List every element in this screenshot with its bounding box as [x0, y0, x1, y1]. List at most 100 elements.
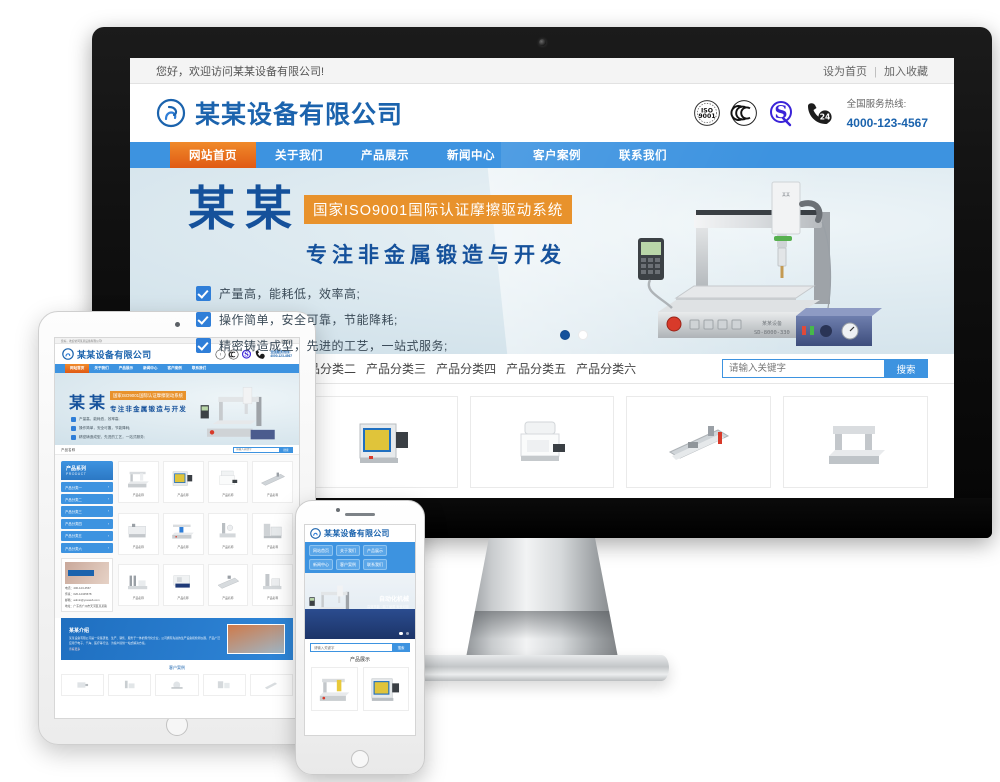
hero-bullet-item: 产量高，能耗低，效率高;	[196, 285, 572, 302]
tablet-product-card[interactable]: 产品名称	[162, 461, 204, 503]
tablet-brand-block[interactable]: 某某设备有限公司	[62, 348, 151, 361]
screenshot-root: 您好，欢迎访问某某设备有限公司! 设为首页 | 加入收藏 某某设备有限公司 IS…	[0, 0, 1000, 782]
tablet-case-card[interactable]	[155, 674, 199, 697]
tablet-product-name: 产品名称	[177, 544, 189, 549]
tablet-sidebar-item[interactable]: 产品分类四 ›	[61, 518, 113, 529]
phone-hero-banner: 自动化机械 高效节能 · 精工品质 安全可靠	[305, 573, 415, 639]
category-item-5[interactable]: 产品分类五	[506, 360, 566, 377]
product-card[interactable]	[626, 396, 772, 488]
tablet-product-card[interactable]: 产品名称	[252, 564, 293, 607]
tablet-hero-subtitle: 专注非金属锻造与开发	[110, 406, 187, 413]
ccc-certification-icon	[730, 99, 758, 127]
tablet-product-card[interactable]: 产品名称	[162, 512, 204, 555]
product-card[interactable]	[469, 396, 615, 488]
tablet-product-name: 产品名称	[132, 596, 144, 601]
tablet-nav-item-home[interactable]: 网站首页	[65, 364, 90, 373]
phone-product-card[interactable]	[362, 667, 409, 711]
phone-nav-item-contact[interactable]: 联系我们	[363, 559, 387, 570]
phone-product-card[interactable]	[311, 667, 358, 711]
tablet-about-text: 某某介绍 某某设备有限公司是一家集研发、生产、销售、服务于一体的现代化企业，公司…	[69, 627, 221, 651]
tablet-product-card[interactable]: 产品名称	[252, 512, 293, 555]
phone-nav-item-home[interactable]: 网站首页	[309, 545, 333, 556]
phone-nav-item-products[interactable]: 产品展示	[363, 545, 387, 556]
tablet-product-name: 产品名称	[132, 493, 144, 497]
tablet-search-input[interactable]	[233, 446, 279, 453]
phone-slider-dot-1[interactable]	[399, 631, 403, 635]
phone-home-button[interactable]	[351, 750, 369, 768]
phone-nav-item-cases[interactable]: 客户案例	[336, 559, 360, 570]
tablet-product-card[interactable]: 产品名称	[207, 564, 249, 607]
product-card[interactable]	[312, 396, 458, 488]
tablet-product-name: 产品名称	[177, 493, 189, 497]
tablet-product-card[interactable]: 产品名称	[118, 512, 159, 555]
tablet-navigation: 网站首页 关于我们 产品展示 新闻中心 客户案例 联系我们	[55, 364, 299, 373]
tablet-sidebar-item[interactable]: 产品分类六 ›	[61, 542, 113, 554]
phone-slider-dot-2[interactable]	[405, 631, 409, 635]
category-item-4[interactable]: 产品分类四	[436, 360, 496, 377]
tablet-category-search-bar: 产品名称 搜索	[55, 445, 299, 455]
tablet-product-card[interactable]: 产品名称	[118, 564, 159, 607]
tablet-search-box: 搜索	[233, 446, 293, 453]
slider-dot-2[interactable]	[578, 330, 588, 340]
s-mark-certification-icon: S	[767, 99, 795, 127]
search-input[interactable]	[722, 359, 884, 378]
tablet-nav-item-cases[interactable]: 客户案例	[163, 364, 187, 373]
tablet-product-card[interactable]: 产品名称	[118, 461, 159, 503]
tablet-product-card[interactable]: 产品名称	[162, 564, 204, 607]
tablet-promo-image	[65, 562, 109, 585]
nav-item-about[interactable]: 关于我们	[256, 142, 342, 168]
category-item-3[interactable]: 产品分类三	[366, 360, 426, 377]
tablet-case-card[interactable]	[61, 674, 105, 697]
tablet-product-card[interactable]: 产品名称	[207, 461, 249, 503]
svg-text:9001: 9001	[698, 113, 715, 120]
hero-bullet-item: 精密铸造成型，先进的工艺，一站式服务;	[196, 337, 572, 354]
tablet-hero-bullet-text: 产量高，能耗低，效率高;	[79, 417, 120, 421]
tablet-sidebar-item[interactable]: 产品分类一 ›	[61, 482, 113, 493]
add-favorite-link[interactable]: 加入收藏	[884, 66, 928, 78]
phone-search-input[interactable]	[310, 643, 392, 652]
swirl-circle-logo-icon	[310, 528, 321, 539]
tablet-hero-machine-image	[200, 383, 295, 445]
tablet-sidebar-item[interactable]: 产品分类三 ›	[61, 506, 113, 517]
tablet-sidebar-item[interactable]: 产品分类五 ›	[61, 530, 113, 541]
search-button[interactable]: 搜索	[884, 359, 928, 378]
hotline-number: 4000-123-4567	[846, 116, 928, 130]
tablet-contact-address: 地址：广东省广州市天河区某某路	[65, 604, 107, 609]
slider-dot-1[interactable]	[560, 330, 570, 340]
tablet-case-card[interactable]	[202, 674, 246, 697]
tablet-sidebar-item[interactable]: 产品分类二 ›	[61, 494, 113, 505]
chevron-right-icon: ›	[107, 521, 109, 526]
nav-item-cases[interactable]: 客户案例	[514, 142, 600, 168]
check-icon	[71, 435, 76, 440]
brand-block[interactable]: 某某设备有限公司	[156, 95, 403, 131]
phone-nav-item-about[interactable]: 关于我们	[336, 545, 360, 556]
hero-big-text: 某某	[188, 182, 302, 237]
nav-item-home[interactable]: 网站首页	[170, 142, 256, 168]
tablet-product-card[interactable]: 产品名称	[207, 512, 249, 555]
tablet-contact-email: 邮箱：admin@youweb.com	[65, 598, 100, 603]
tablet-nav-item-about[interactable]: 关于我们	[89, 364, 113, 373]
tablet-nav-item-products[interactable]: 产品展示	[114, 364, 138, 373]
nav-item-news[interactable]: 新闻中心	[428, 142, 514, 168]
nav-item-products[interactable]: 产品展示	[342, 142, 428, 168]
product-card[interactable]	[783, 396, 928, 488]
tablet-nav-item-news[interactable]: 新闻中心	[138, 364, 162, 373]
tablet-about-more-link[interactable]: 查看更多	[69, 647, 221, 651]
svg-text:某某设备: 某某设备	[762, 320, 782, 327]
set-homepage-link[interactable]: 设为首页	[823, 66, 867, 78]
tablet-case-card[interactable]	[108, 674, 152, 697]
tablet-nav-item-contact[interactable]: 联系我们	[187, 364, 211, 373]
category-item-6[interactable]: 产品分类六	[576, 360, 636, 377]
hero-tag-badge: 国家ISO9001国际认证摩擦驱动系统	[304, 195, 573, 224]
tablet-search-button[interactable]: 搜索	[279, 446, 293, 453]
phone-hero-subtitle: 高效节能 · 精工品质 安全可靠	[367, 604, 409, 609]
check-icon	[71, 426, 76, 431]
phone-header: 某某设备有限公司	[305, 525, 415, 542]
phone-search-button[interactable]: 搜索	[392, 643, 410, 652]
tablet-product-card[interactable]: 产品名称	[252, 461, 293, 503]
check-icon	[196, 286, 211, 301]
tablet-case-card[interactable]	[249, 674, 294, 697]
phone-nav-item-news[interactable]: 新闻中心	[309, 559, 333, 570]
nav-item-contact[interactable]: 联系我们	[600, 142, 686, 168]
hotline-label: 全国服务热线:	[846, 99, 907, 110]
